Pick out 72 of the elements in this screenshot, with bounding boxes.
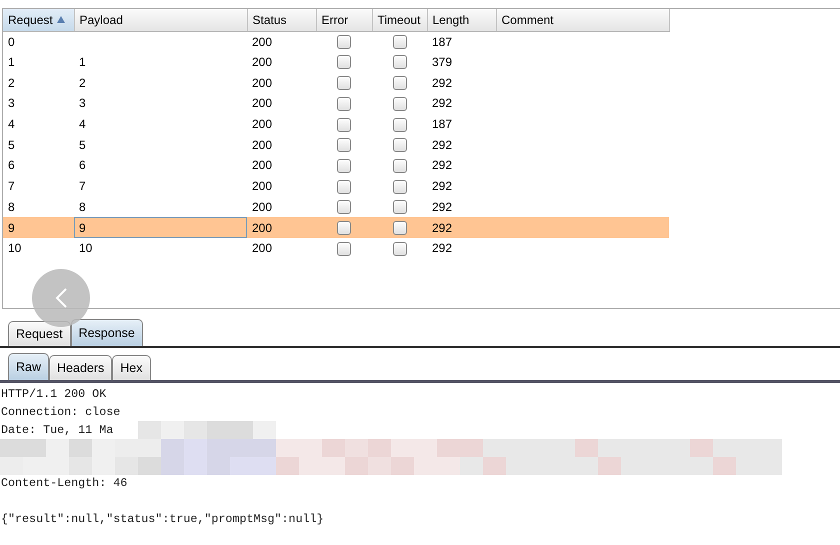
tab[interactable]: Request (8, 321, 71, 346)
response-line: Date: Tue, 11 Ma (0, 422, 114, 439)
table-cell: 4 (8, 117, 15, 132)
table-cell: 5 (79, 138, 86, 152)
table-cell: 8 (8, 200, 15, 214)
table-cell: 292 (432, 138, 452, 152)
table-row[interactable]: 3 3 200 292 (3, 93, 669, 114)
column-header[interactable]: Payload (74, 9, 247, 31)
table-cell: 2 (79, 76, 86, 90)
table-cell: 187 (432, 34, 452, 49)
response-line: Connection: close (0, 404, 122, 421)
table-cell: 1 (79, 55, 86, 70)
tab[interactable]: Raw (8, 353, 50, 380)
table-row[interactable]: 10 10 200 292 (3, 238, 669, 259)
table-cell: 0 (8, 34, 15, 49)
column-header[interactable]: Timeout (372, 9, 427, 31)
table-row[interactable]: 4 4 200 187 (3, 114, 669, 134)
table-row[interactable]: 2 2 200 292 (3, 72, 669, 94)
table-cell: 200 (252, 117, 272, 132)
table-cell: 6 (8, 158, 15, 172)
tab[interactable]: Headers (49, 355, 112, 380)
table-row[interactable]: 6 6 200 292 (3, 155, 669, 176)
table-cell: 200 (252, 34, 272, 49)
table-row[interactable]: 1 1 200 379 (3, 52, 669, 72)
tab[interactable]: Response (70, 319, 143, 346)
table-cell: 187 (432, 117, 452, 132)
response-line: Content-Length: 46 (0, 474, 128, 492)
table-row[interactable]: 5 5 200 292 (3, 134, 669, 156)
column-header[interactable]: Error (316, 9, 372, 31)
table-row[interactable]: 0 200 187 (3, 31, 669, 52)
table-cell: 200 (252, 158, 272, 172)
column-header[interactable]: Comment (496, 9, 669, 31)
table-cell: 292 (432, 200, 452, 214)
table-cell: 200 (252, 241, 272, 256)
table-cell: 292 (432, 179, 452, 194)
tab[interactable]: Hex (112, 355, 150, 380)
response-line: HTTP/1.1 200 OK (0, 386, 108, 403)
column-header[interactable]: Request (3, 9, 74, 31)
table-cell: 200 (252, 96, 272, 110)
table-cell: 10 (8, 241, 22, 256)
column-header[interactable]: Length (427, 9, 496, 31)
table-cell: 200 (252, 220, 272, 235)
table-cell: 9 (79, 220, 86, 235)
table-cell: 292 (432, 96, 452, 110)
table-cell: 9 (8, 220, 15, 235)
table-cell: 379 (432, 55, 452, 70)
table-row[interactable]: 9 9 200 292 (3, 217, 669, 238)
table-cell: 200 (252, 138, 272, 152)
table-cell: 200 (252, 76, 272, 90)
table-cell: 6 (79, 158, 86, 172)
table-cell: 1 (8, 55, 15, 70)
table-cell: 292 (432, 76, 452, 90)
table-cell: 292 (432, 220, 452, 235)
chevron-left-icon (54, 287, 68, 309)
table-cell: 3 (8, 96, 15, 110)
table-row[interactable]: 8 8 200 292 (3, 196, 669, 218)
column-header[interactable]: Status (247, 9, 316, 31)
table-cell: 2 (8, 76, 15, 90)
table-cell: 200 (252, 55, 272, 70)
table-cell: 10 (79, 241, 92, 256)
table-cell: 5 (8, 138, 15, 152)
table-cell: 7 (8, 179, 15, 194)
table-cell: 292 (432, 241, 452, 256)
table-cell: 7 (79, 179, 86, 194)
table-cell: 292 (432, 158, 452, 172)
table-row[interactable]: 7 7 200 292 (3, 176, 669, 196)
table-cell: 8 (79, 200, 86, 214)
table-cell: 3 (79, 96, 86, 110)
response-line: {"result":null,"status":true,"promptMsg":null} (0, 510, 325, 528)
table-cell: 200 (252, 179, 272, 194)
table-cell: 200 (252, 200, 272, 214)
table-cell: 4 (79, 117, 86, 132)
